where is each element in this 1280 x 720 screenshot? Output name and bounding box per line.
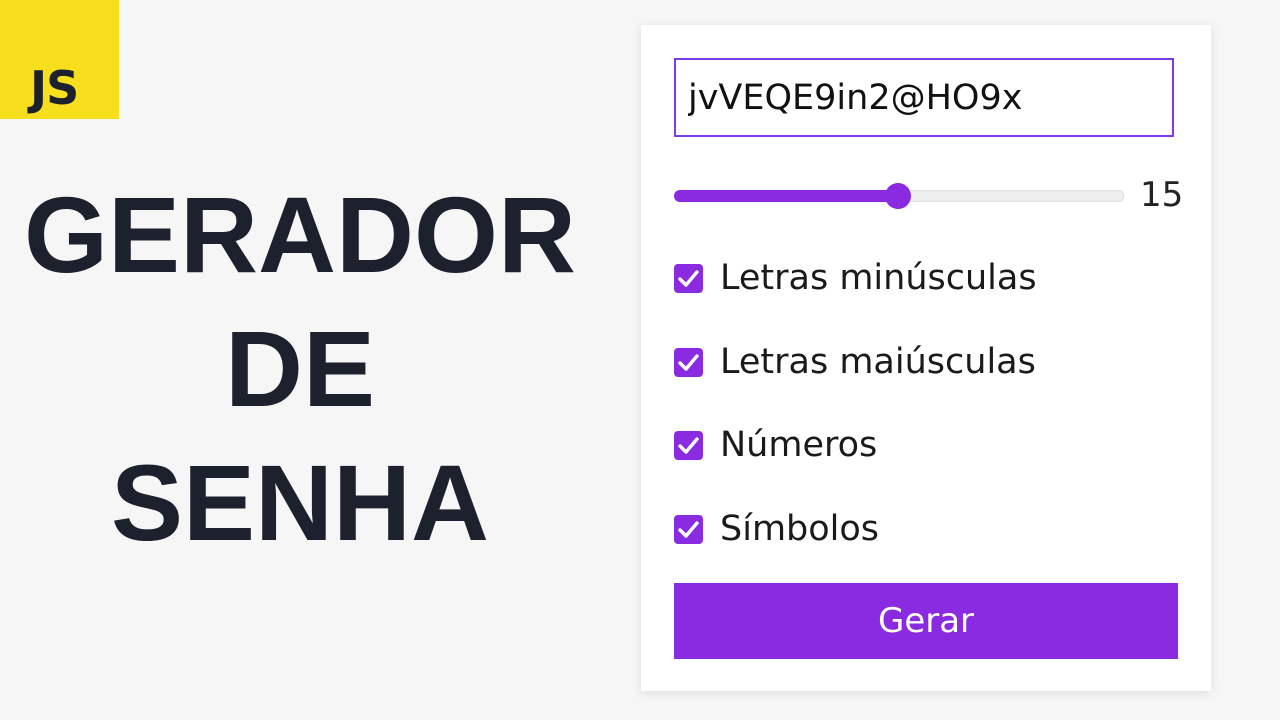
hero-title-line-2: DE	[224, 308, 376, 429]
hero-title: GERADOR DE SENHA	[0, 168, 600, 570]
option-lowercase[interactable]: Letras minúsculas	[674, 258, 1037, 298]
uppercase-checkbox[interactable]	[674, 347, 703, 377]
check-icon	[678, 436, 699, 454]
password-generator-card: 15 Letras minúsculas Letras maiúsculas N…	[641, 25, 1211, 691]
slider-thumb[interactable]	[885, 183, 911, 209]
numbers-checkbox[interactable]	[674, 430, 703, 460]
option-symbols[interactable]: Símbolos	[674, 509, 879, 549]
generate-button[interactable]: Gerar	[674, 583, 1178, 659]
lowercase-checkbox[interactable]	[674, 263, 703, 293]
option-label: Símbolos	[720, 509, 880, 549]
option-label: Números	[720, 425, 878, 465]
length-slider[interactable]	[674, 183, 1124, 209]
js-logo-text: JS	[30, 61, 79, 115]
option-label: Letras maiúsculas	[720, 342, 1036, 382]
password-output-field[interactable]	[674, 58, 1174, 137]
hero-title-line-1: GERADOR	[23, 174, 577, 295]
slider-fill	[674, 190, 898, 202]
check-icon	[678, 520, 699, 538]
hero-title-line-3: SENHA	[110, 442, 490, 563]
js-logo: JS	[0, 0, 119, 119]
length-value: 15	[1140, 175, 1184, 215]
option-numbers[interactable]: Números	[674, 425, 877, 465]
symbols-checkbox[interactable]	[674, 514, 703, 544]
option-uppercase[interactable]: Letras maiúsculas	[674, 342, 1036, 382]
check-icon	[678, 353, 699, 371]
option-label: Letras minúsculas	[720, 258, 1037, 298]
check-icon	[678, 269, 699, 287]
